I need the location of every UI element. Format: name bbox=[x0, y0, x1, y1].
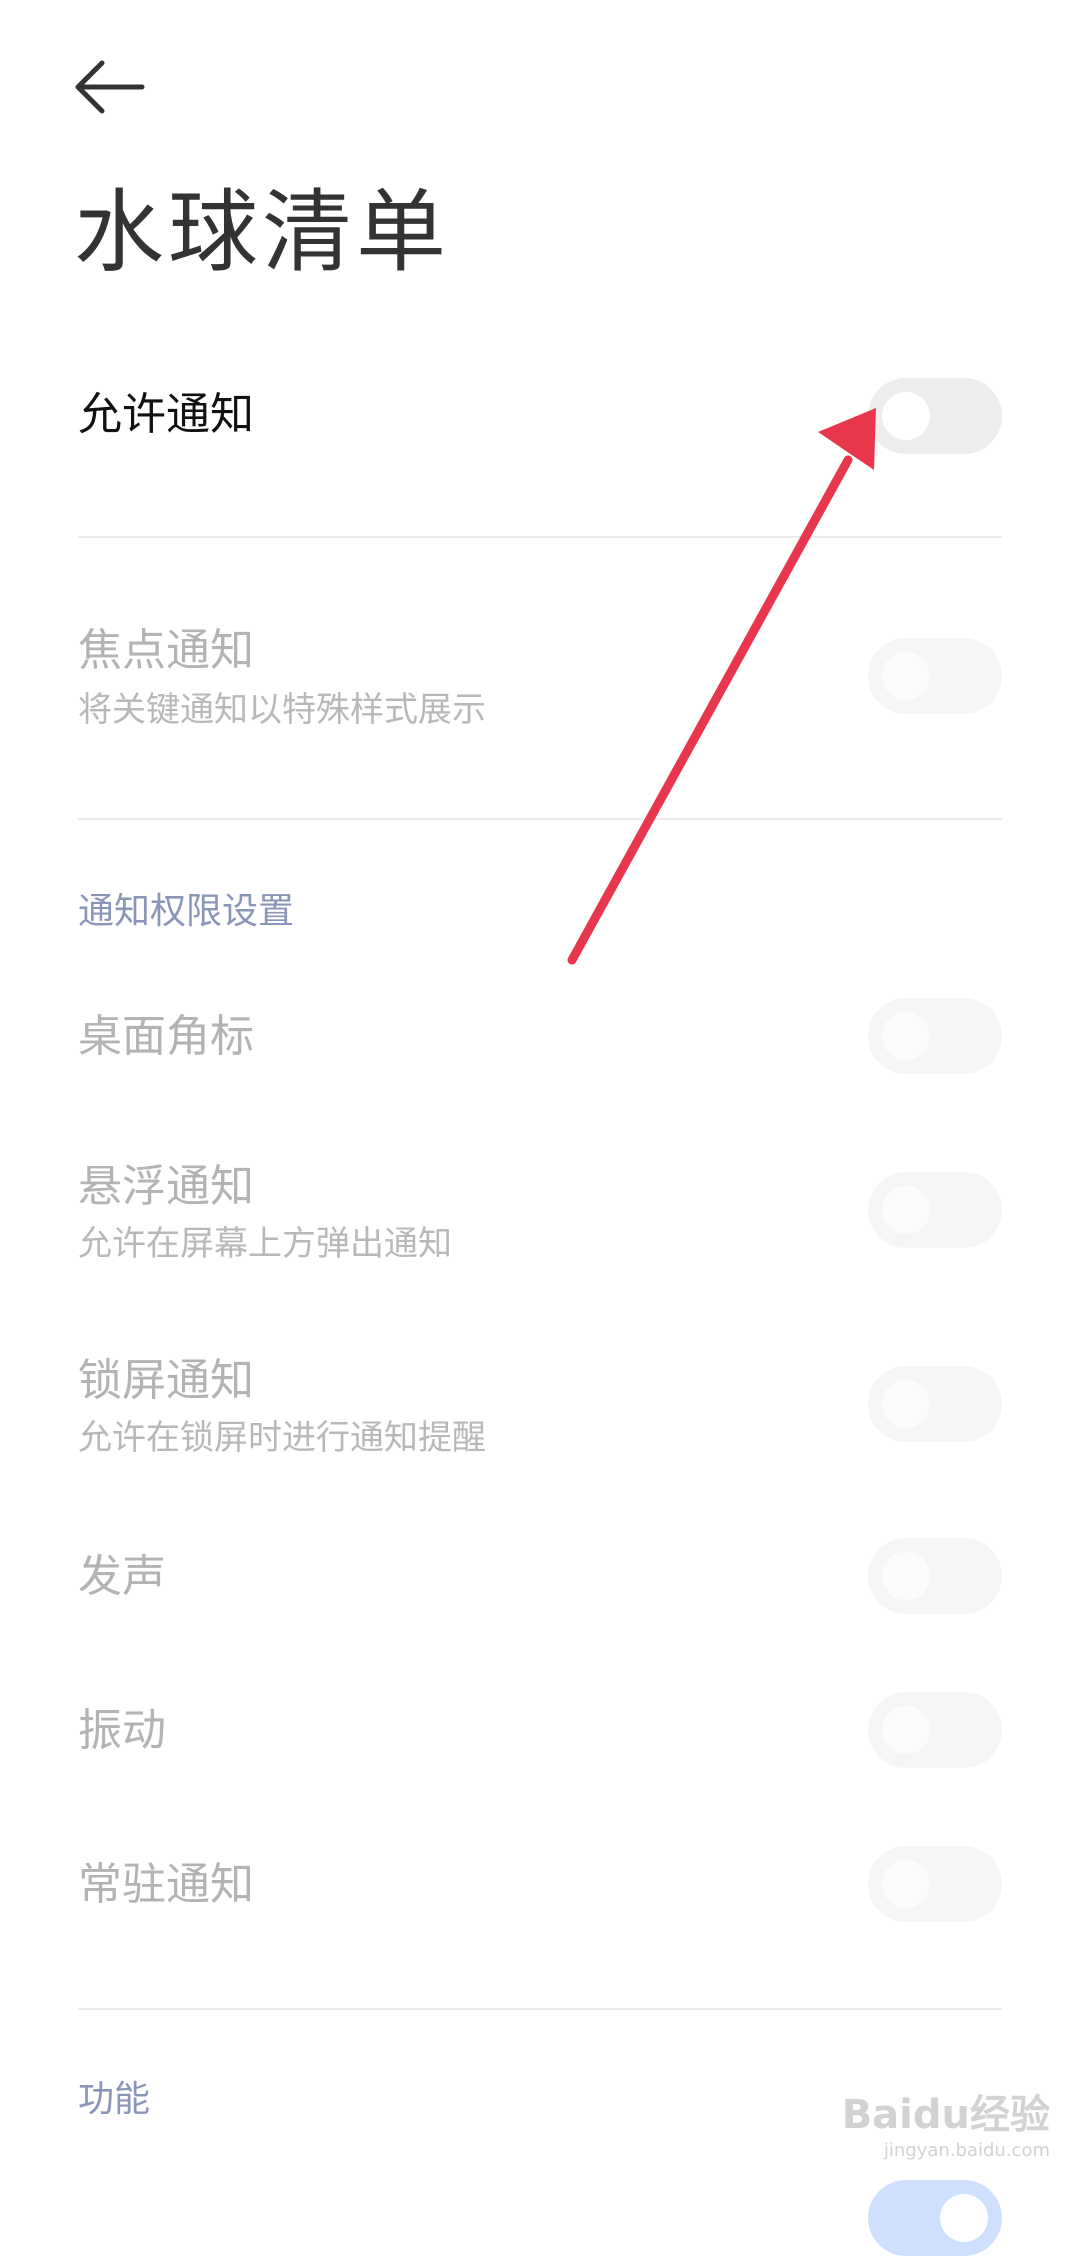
divider bbox=[78, 2008, 1002, 2010]
toggle-knob bbox=[882, 1860, 930, 1908]
toggle-knob bbox=[940, 2194, 988, 2242]
permission-description-lockscreen: 允许在锁屏时进行通知提醒 bbox=[78, 1418, 486, 1458]
permission-label-floating: 悬浮通知 bbox=[78, 1161, 254, 1212]
sound-toggle[interactable] bbox=[868, 1538, 1002, 1614]
feature-toggle[interactable] bbox=[868, 2180, 1002, 2256]
permission-row-vibration[interactable]: 振动 bbox=[0, 1692, 1080, 1772]
focus-notifications-description: 将关键通知以特殊样式展示 bbox=[78, 690, 486, 730]
persistent-toggle[interactable] bbox=[868, 1846, 1002, 1922]
permission-label-persistent: 常驻通知 bbox=[78, 1859, 254, 1910]
focus-notifications-row[interactable]: 焦点通知 将关键通知以特殊样式展示 bbox=[0, 624, 1080, 748]
lockscreen-toggle[interactable] bbox=[868, 1366, 1002, 1442]
watermark: Baidu经验 jingyan.baidu.com bbox=[842, 2082, 1050, 2161]
toggle-knob bbox=[882, 392, 930, 440]
toggle-knob bbox=[882, 1706, 930, 1754]
allow-notifications-toggle[interactable] bbox=[868, 378, 1002, 454]
permission-row-lockscreen[interactable]: 锁屏通知 允许在锁屏时进行通知提醒 bbox=[0, 1354, 1080, 1478]
permission-row-badge[interactable]: 桌面角标 bbox=[0, 998, 1080, 1078]
back-button[interactable] bbox=[70, 55, 150, 120]
permission-label-sound: 发声 bbox=[78, 1551, 166, 1602]
permission-label-lockscreen: 锁屏通知 bbox=[78, 1355, 254, 1406]
permission-description-floating: 允许在屏幕上方弹出通知 bbox=[78, 1224, 452, 1264]
allow-notifications-label: 允许通知 bbox=[78, 389, 254, 440]
permission-label-badge: 桌面角标 bbox=[78, 1011, 254, 1062]
back-arrow-icon bbox=[75, 60, 145, 114]
allow-notifications-row[interactable]: 允许通知 bbox=[0, 368, 1080, 464]
divider bbox=[78, 536, 1002, 538]
watermark-subtext: jingyan.baidu.com bbox=[883, 2140, 1050, 2161]
floating-toggle[interactable] bbox=[868, 1172, 1002, 1248]
permission-row-floating[interactable]: 悬浮通知 允许在屏幕上方弹出通知 bbox=[0, 1160, 1080, 1284]
toggle-knob bbox=[882, 652, 930, 700]
focus-notifications-label: 焦点通知 bbox=[78, 625, 254, 676]
toggle-knob bbox=[882, 1012, 930, 1060]
focus-notifications-toggle[interactable] bbox=[868, 638, 1002, 714]
toggle-knob bbox=[882, 1186, 930, 1234]
divider bbox=[78, 818, 1002, 820]
toggle-knob bbox=[882, 1552, 930, 1600]
permission-row-sound[interactable]: 发声 bbox=[0, 1538, 1080, 1618]
permission-label-vibration: 振动 bbox=[78, 1705, 166, 1756]
toggle-knob bbox=[882, 1380, 930, 1428]
permission-row-persistent[interactable]: 常驻通知 bbox=[0, 1846, 1080, 1926]
section-header-features: 功能 bbox=[78, 2079, 151, 2120]
badge-toggle[interactable] bbox=[868, 998, 1002, 1074]
page-title: 水球清单 bbox=[74, 180, 450, 285]
vibration-toggle[interactable] bbox=[868, 1692, 1002, 1768]
watermark-text: Baidu经验 bbox=[841, 2092, 1050, 2138]
section-header-permissions: 通知权限设置 bbox=[78, 891, 295, 932]
